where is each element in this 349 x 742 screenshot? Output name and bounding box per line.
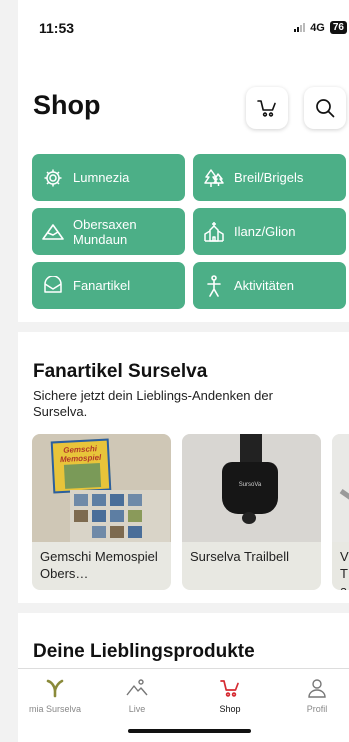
tab-label: Live <box>128 704 146 714</box>
category-label: Ilanz/Glion <box>234 224 296 239</box>
status-time: 11:53 <box>39 20 75 36</box>
search-icon <box>316 99 335 118</box>
category-tile-ilanz-glion[interactable]: Ilanz/Glion <box>193 208 346 255</box>
cart-icon <box>195 673 265 703</box>
category-label: Obersaxen Mundaun <box>73 216 137 247</box>
person-icon <box>203 274 225 297</box>
tab-profil[interactable]: Profil <box>282 673 349 714</box>
product-box-text: Gemschi Memospiel <box>59 444 102 465</box>
search-button[interactable] <box>304 87 346 129</box>
status-indicators: 4G 76 <box>294 21 347 34</box>
tab-label: mia Surselva <box>28 704 82 714</box>
category-grid: Lumnezia Breil/Brigels Obersaxen Mundaun… <box>32 154 346 309</box>
category-tile-fanartikel[interactable]: Fanartikel <box>32 262 185 309</box>
cart-button[interactable] <box>246 87 288 129</box>
tab-mia-surselva[interactable]: mia Surselva <box>20 673 90 714</box>
gear-icon <box>42 167 64 189</box>
app-screen: 11:53 4G 76 Shop Lumnezia Breil/Brigels <box>18 0 349 742</box>
tab-live[interactable]: Live <box>102 673 172 714</box>
cap-icon <box>42 275 64 297</box>
product-card[interactable]: Gemschi Memospiel Gemschi Memospiel Ober… <box>32 434 171 590</box>
product-title: Gemschi Memospiel Obers… <box>40 549 158 581</box>
tab-label: Profil <box>306 704 328 714</box>
product-title: V Ta <box>340 549 349 590</box>
network-label: 4G <box>310 21 325 34</box>
trees-icon <box>203 167 225 189</box>
category-tile-breil-brigels[interactable]: Breil/Brigels <box>193 154 346 201</box>
home-indicator <box>128 729 251 733</box>
product-carousel[interactable]: Gemschi Memospiel Gemschi Memospiel Ober… <box>32 434 349 590</box>
mountain-icon <box>102 673 172 703</box>
surselva-logo-icon <box>20 673 90 703</box>
category-label: Fanartikel <box>73 278 131 293</box>
category-tile-obersaxen-mundaun[interactable]: Obersaxen Mundaun <box>32 208 185 255</box>
status-bar: 11:53 4G 76 <box>18 0 349 56</box>
product-image: Gemschi Memospiel <box>32 434 171 542</box>
section-divider <box>18 322 349 332</box>
section-title: Deine Lieblingsprodukte <box>33 641 255 662</box>
category-label: Lumnezia <box>73 170 130 185</box>
battery-icon: 76 <box>329 21 347 34</box>
product-image <box>332 434 349 542</box>
product-image: SursoVa <box>182 434 321 542</box>
product-title: Surselva Trailbell <box>190 549 289 564</box>
section-subtitle: Sichere jetzt dein Lieblings-Andenken de… <box>33 388 273 419</box>
category-label: Breil/Brigels <box>234 170 304 185</box>
category-tile-aktivitaeten[interactable]: Aktivitäten <box>193 262 346 309</box>
tab-shop[interactable]: Shop <box>195 673 265 714</box>
section-title: Fanartikel Surselva <box>33 361 208 382</box>
cart-icon <box>257 100 276 117</box>
product-card[interactable]: V Ta <box>332 434 349 590</box>
category-tile-lumnezia[interactable]: Lumnezia <box>32 154 185 201</box>
mountain-icon <box>42 221 64 243</box>
product-card[interactable]: SursoVa Surselva Trailbell <box>182 434 321 590</box>
product-mark: SursoVa <box>238 482 262 488</box>
church-icon <box>203 221 225 243</box>
category-label: Aktivitäten <box>234 278 294 293</box>
section-divider <box>18 603 349 613</box>
person-icon <box>282 673 349 703</box>
tab-label: Shop <box>219 704 241 714</box>
signal-icon <box>294 23 306 32</box>
page-title: Shop <box>33 90 101 120</box>
